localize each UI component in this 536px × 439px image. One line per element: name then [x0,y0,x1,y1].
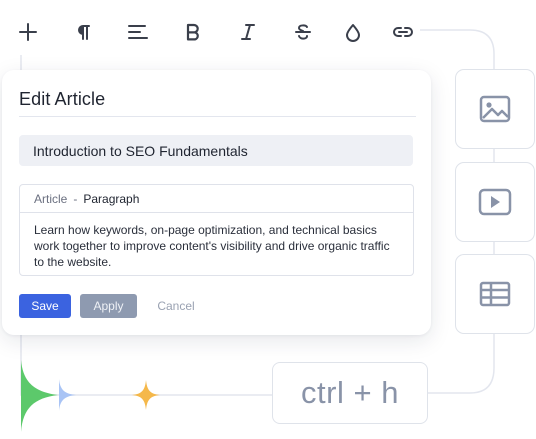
text-color-button[interactable] [335,12,371,52]
cancel-button[interactable]: Cancel [148,294,204,318]
link-button[interactable] [385,12,421,52]
breadcrumb-paragraph: Paragraph [83,191,140,206]
strikethrough-icon [295,24,311,40]
breadcrumb-article[interactable]: Article [34,192,67,206]
bold-button[interactable] [175,12,211,52]
paragraph-button[interactable] [65,12,101,52]
editor-text[interactable]: Learn how keywords, on-page optimization… [20,213,413,270]
insert-video-button[interactable] [455,162,535,242]
content-editor[interactable]: Article - Paragraph Learn how keywords, … [19,184,414,276]
link-icon [393,27,413,37]
align-left-icon [128,25,148,39]
sparkle-decoration [21,360,76,432]
align-left-button[interactable] [120,12,156,52]
video-icon [478,188,512,216]
add-block-button[interactable] [10,12,46,52]
plus-icon [19,23,37,41]
color-drop-icon [346,23,360,42]
breadcrumb-separator: - [73,191,78,206]
italic-button[interactable] [230,12,266,52]
image-icon [479,95,511,123]
card-title: Edit Article [19,89,106,109]
edit-article-card: Edit Article Introduction to SEO Fundame… [2,70,431,335]
save-button[interactable]: Save [19,294,71,318]
pilcrow-icon [78,24,90,40]
apply-button[interactable]: Apply [80,294,137,318]
formatting-toolbar [0,12,430,52]
insert-table-button[interactable] [455,254,535,334]
divider [19,116,416,117]
bold-icon [186,23,199,41]
sparkle-blue-icon [59,379,76,411]
strikethrough-button[interactable] [285,12,321,52]
italic-icon [241,24,255,40]
sparkle-green-icon [21,360,58,432]
insert-image-button[interactable] [455,69,535,149]
article-title-input[interactable]: Introduction to SEO Fundamentals [19,135,413,166]
table-icon [479,281,511,307]
breadcrumb: Article - Paragraph [20,185,413,213]
keyboard-shortcut: ctrl + h [272,362,428,424]
sparkle-orange-icon [132,380,160,410]
